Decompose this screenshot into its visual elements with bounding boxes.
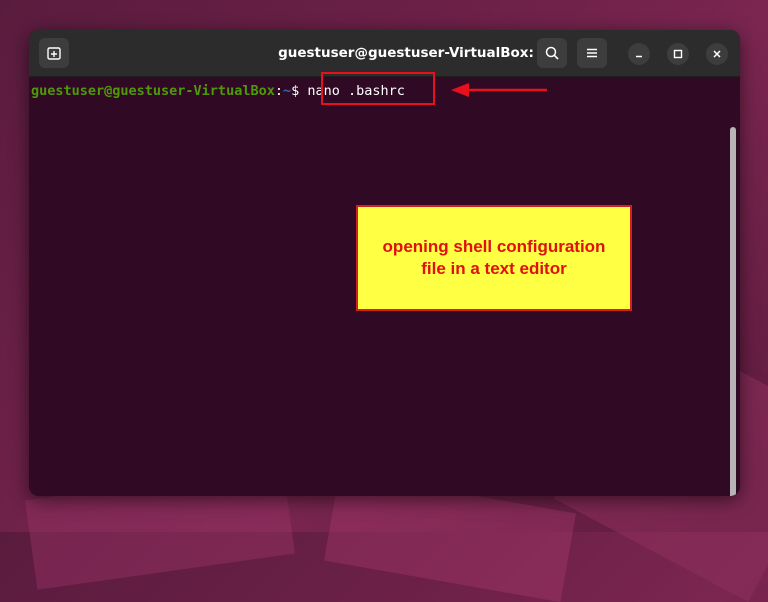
annotation-text: opening shell configuration file in a te… xyxy=(382,237,606,278)
command-highlight-box xyxy=(321,72,435,105)
minimize-button[interactable] xyxy=(628,43,650,65)
new-tab-button[interactable] xyxy=(39,38,69,68)
annotation-box: opening shell configuration file in a te… xyxy=(356,205,632,311)
prompt-user: guestuser@guestuser-VirtualBox xyxy=(31,83,275,99)
pointer-arrow-icon xyxy=(451,83,547,97)
titlebar[interactable]: guestuser@guestuser-VirtualBox: ~ xyxy=(29,30,740,77)
prompt-symbol: $ xyxy=(291,83,300,99)
menu-button[interactable] xyxy=(577,38,607,68)
scrollbar[interactable] xyxy=(730,127,736,496)
prompt-path: ~ xyxy=(282,83,292,99)
close-button[interactable] xyxy=(706,43,728,65)
search-button[interactable] xyxy=(537,38,567,68)
maximize-button[interactable] xyxy=(667,43,689,65)
prompt-separator: : xyxy=(274,83,283,99)
terminal-window: guestuser@guestuser-VirtualBox: ~ guestu… xyxy=(29,30,740,496)
